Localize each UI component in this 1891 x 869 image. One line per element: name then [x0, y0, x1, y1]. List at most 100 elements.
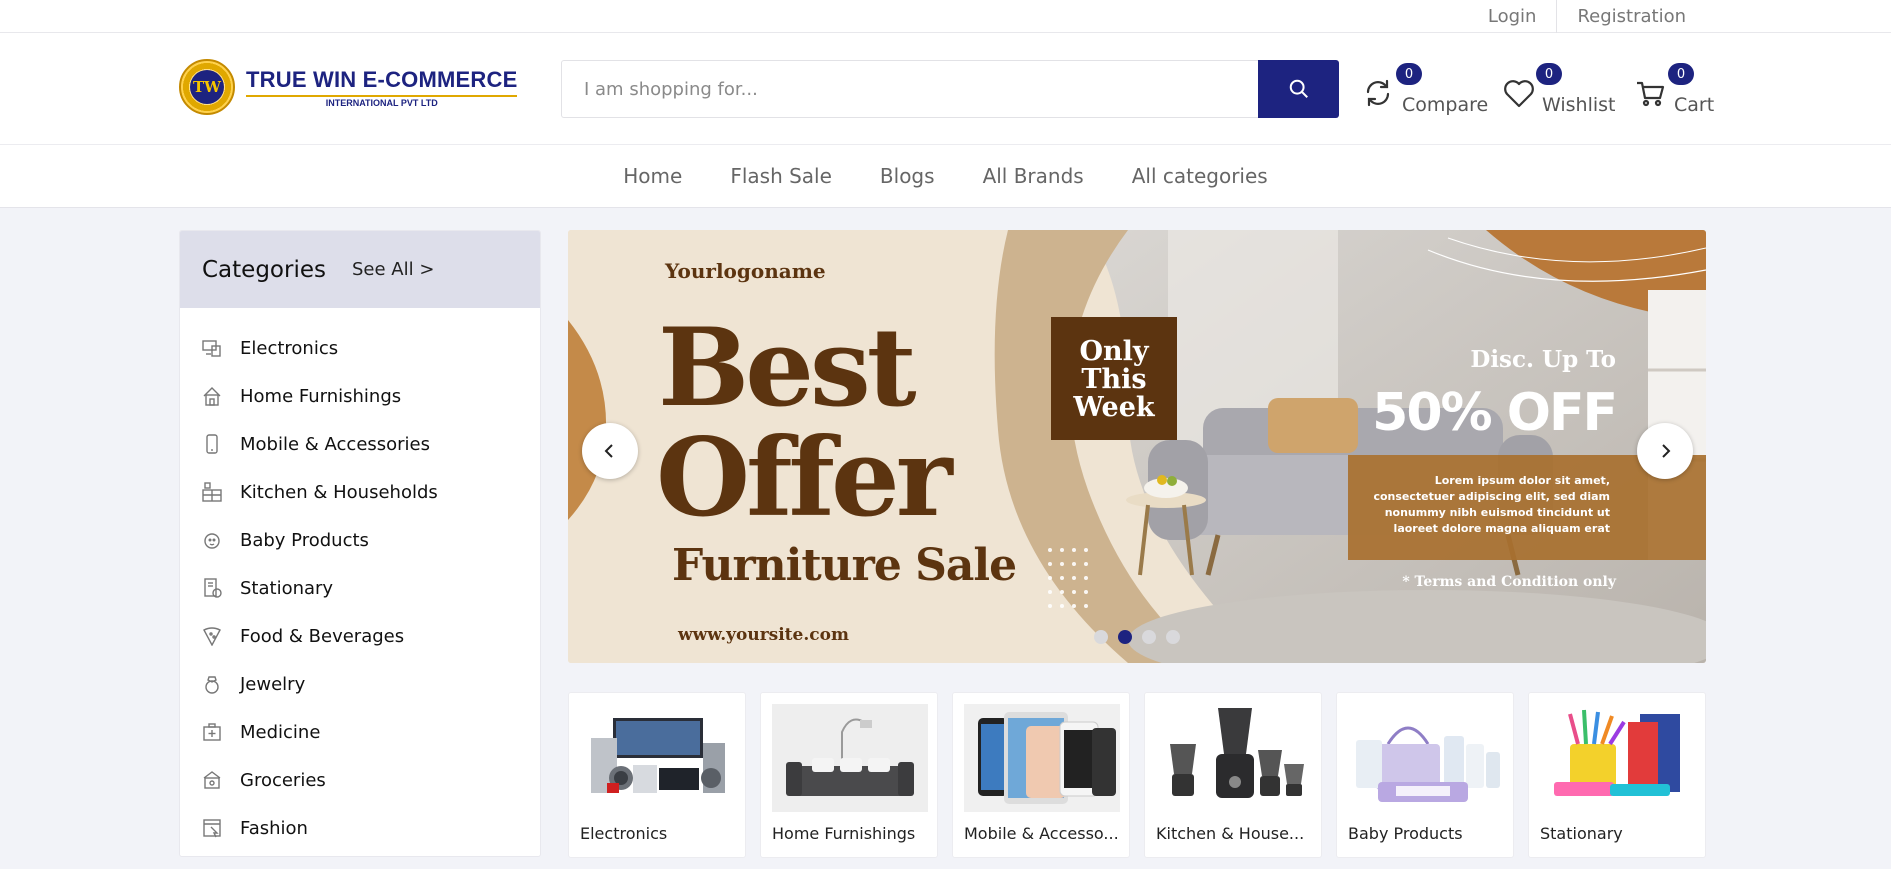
- medkit-icon: [202, 722, 222, 742]
- stationary-icon: [202, 578, 222, 598]
- category-food-beverages[interactable]: Food & Beverages: [180, 612, 540, 660]
- tile-label: Baby Products: [1348, 824, 1463, 843]
- category-groceries[interactable]: Groceries: [180, 756, 540, 804]
- tile-baby-products[interactable]: Baby Products: [1336, 692, 1514, 858]
- baby-icon: [202, 530, 222, 550]
- category-stationary[interactable]: Stationary: [180, 564, 540, 612]
- categories-header: Categories See All >: [180, 231, 540, 308]
- tile-stationary[interactable]: Stationary: [1528, 692, 1706, 858]
- category-jewelry[interactable]: Jewelry: [180, 660, 540, 708]
- categories-list: Electronics Home Furnishings Mobile & Ac…: [180, 308, 540, 852]
- baby-products-image: [1348, 704, 1504, 812]
- category-tiles: Electronics Home Furnishings Mobile & Ac…: [568, 692, 1706, 858]
- tile-electronics[interactable]: Electronics: [568, 692, 746, 858]
- registration-link[interactable]: Registration: [1557, 0, 1706, 33]
- sofa-image: [772, 704, 928, 812]
- nav-all-categories[interactable]: All categories: [1108, 164, 1292, 188]
- login-link[interactable]: Login: [1468, 0, 1557, 33]
- nav-blogs[interactable]: Blogs: [856, 164, 959, 188]
- auth-links: Login Registration: [1468, 0, 1706, 33]
- category-baby-products[interactable]: Baby Products: [180, 516, 540, 564]
- nav-flash-sale[interactable]: Flash Sale: [706, 164, 856, 188]
- banner-logo: Yourlogoname: [664, 259, 826, 283]
- cart-button[interactable]: 0 Cart: [1634, 63, 1715, 117]
- search-bar: [561, 60, 1339, 118]
- compare-label: Compare: [1402, 94, 1489, 116]
- tile-home-furnishings[interactable]: Home Furnishings: [760, 692, 938, 858]
- search-button[interactable]: [1258, 60, 1339, 118]
- lorem-line-3: nonummy nibh euismod tincidunt ut: [1385, 506, 1610, 519]
- tile-kitchen-households[interactable]: Kitchen & House...: [1144, 692, 1322, 858]
- tile-label: Mobile & Accesso...: [964, 824, 1119, 843]
- nav-home[interactable]: Home: [599, 164, 706, 188]
- chevron-right-icon: [1662, 444, 1671, 458]
- slide-dot-3[interactable]: [1142, 630, 1156, 644]
- banner-site: www.yoursite.com: [677, 625, 849, 645]
- nav-all-brands[interactable]: All Brands: [959, 164, 1108, 188]
- badge-line-3: Week: [1072, 392, 1155, 423]
- see-all-link[interactable]: See All >: [352, 259, 434, 280]
- lorem-line-2: consectetuer adipiscing elit, sed diam: [1373, 490, 1610, 503]
- hero-banner[interactable]: Yourlogoname Best Offer Furniture Sale w…: [568, 230, 1706, 663]
- category-mobile-accessories[interactable]: Mobile & Accessories: [180, 420, 540, 468]
- terms-text: * Terms and Condition only: [1402, 574, 1617, 590]
- lorem-line-1: Lorem ipsum dolor sit amet,: [1435, 474, 1610, 487]
- category-kitchen-households[interactable]: Kitchen & Households: [180, 468, 540, 516]
- banner-artwork: Yourlogoname Best Offer Furniture Sale w…: [568, 230, 1706, 663]
- tile-label: Kitchen & House...: [1156, 824, 1305, 843]
- search-input[interactable]: [561, 60, 1258, 118]
- chevron-left-icon: [604, 444, 613, 458]
- banner-subline: Furniture Sale: [672, 540, 1016, 591]
- banner-next-button[interactable]: [1637, 423, 1693, 479]
- brand-name: TRUE WIN E-COMMERCE: [246, 66, 518, 92]
- heart-icon: [1504, 80, 1534, 108]
- phone-icon: [202, 434, 222, 454]
- search-icon: [1289, 79, 1308, 98]
- cart-icon: [1637, 81, 1665, 107]
- stationary-image: [1540, 704, 1696, 812]
- home-icon: [202, 386, 222, 406]
- slide-dot-2[interactable]: [1118, 630, 1132, 644]
- top-bar: Login Registration: [0, 0, 1891, 33]
- tile-label: Stationary: [1540, 824, 1623, 843]
- banner-headline-best: Best: [658, 305, 917, 431]
- tile-label: Home Furnishings: [772, 824, 916, 843]
- categories-panel: Categories See All > Electronics Home Fu…: [179, 230, 541, 857]
- cart-count-badge: 0: [1668, 63, 1694, 85]
- fashion-icon: [202, 818, 222, 838]
- wishlist-label: Wishlist: [1542, 94, 1616, 116]
- compare-button[interactable]: 0 Compare: [1362, 63, 1489, 117]
- category-electronics[interactable]: Electronics: [180, 324, 540, 372]
- category-medicine[interactable]: Medicine: [180, 708, 540, 756]
- phones-image: [964, 704, 1120, 812]
- brand-logo[interactable]: TW TRUE WIN E-COMMERCE INTERNATIONAL PVT…: [179, 59, 518, 115]
- banner-headline-offer: Offer: [656, 415, 955, 541]
- banner-prev-button[interactable]: [582, 423, 638, 479]
- brand-subtitle: INTERNATIONAL PVT LTD: [246, 94, 518, 108]
- basket-icon: [202, 770, 222, 790]
- header: TW TRUE WIN E-COMMERCE INTERNATIONAL PVT…: [0, 33, 1891, 144]
- slide-dot-4[interactable]: [1166, 630, 1180, 644]
- category-home-furnishings[interactable]: Home Furnishings: [180, 372, 540, 420]
- refresh-icon: [1366, 79, 1390, 107]
- badge-line-2: This: [1081, 364, 1146, 395]
- mixer-image: [1156, 704, 1312, 812]
- electronics-image: [580, 704, 736, 812]
- discount-label: Disc. Up To: [1470, 346, 1616, 373]
- logo-text: TRUE WIN E-COMMERCE INTERNATIONAL PVT LT…: [246, 66, 518, 108]
- cart-label: Cart: [1674, 94, 1715, 116]
- tile-label: Electronics: [580, 824, 668, 843]
- main-nav: Home Flash Sale Blogs All Brands All cat…: [0, 144, 1891, 208]
- kitchen-icon: [202, 482, 222, 502]
- lorem-line-4: laoreet dolore magna aliquam erat: [1394, 522, 1610, 535]
- categories-title: Categories: [202, 256, 326, 283]
- wishlist-count-badge: 0: [1536, 63, 1562, 85]
- pizza-icon: [202, 626, 222, 646]
- wishlist-button[interactable]: 0 Wishlist: [1502, 63, 1616, 117]
- ring-icon: [202, 674, 222, 694]
- tile-mobile-accessories[interactable]: Mobile & Accesso...: [952, 692, 1130, 858]
- slide-dot-1[interactable]: [1094, 630, 1108, 644]
- badge-line-1: Only: [1079, 336, 1149, 367]
- category-fashion[interactable]: Fashion: [180, 804, 540, 852]
- logo-seal-letters: TW: [190, 70, 224, 104]
